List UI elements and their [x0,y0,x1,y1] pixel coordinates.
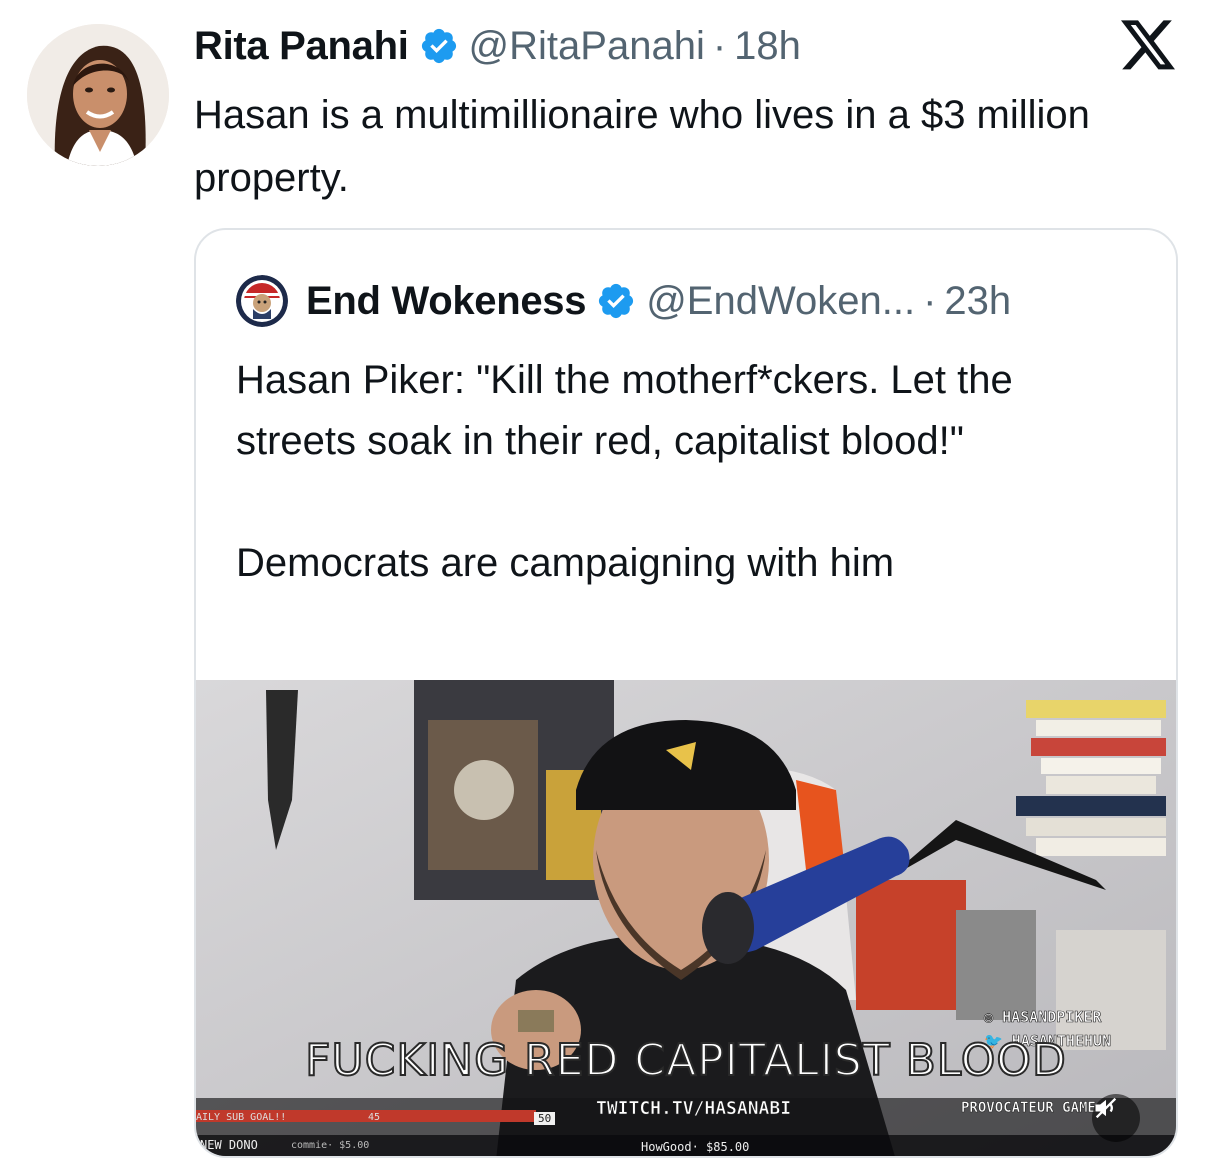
video-frame [196,680,1176,1156]
quoted-tweet-card[interactable]: End Wokeness @EndWoken... · 23h Hasan Pi… [194,228,1178,1158]
video-caption: FUCKING RED CAPITALIST BLOOD [304,1034,1067,1087]
sub-goal-label: AILY SUB GOAL!! [196,1112,287,1123]
quoted-paragraph: Democrats are campaigning with him [236,541,895,585]
mute-button[interactable] [1092,1094,1140,1142]
tweet-header: Rita Panahi @RitaPanahi · 18h [194,20,801,72]
quoted-paragraph: Hasan Piker: "Kill the motherf*ckers. Le… [236,358,1013,463]
separator-dot: · [923,278,937,323]
donation-howgood: HowGood· $85.00 [641,1140,750,1154]
x-logo-icon[interactable] [1121,20,1177,72]
twitch-url-overlay: TWITCH.TV/HASANABI [596,1098,792,1120]
tweet-time[interactable]: 18h [734,20,801,72]
quoted-header: End Wokeness @EndWoken... · 23h [236,275,1011,327]
author-handle[interactable]: @RitaPanahi [469,20,705,72]
quoted-tweet-text: Hasan Piker: "Kill the motherf*ckers. Le… [236,350,1136,594]
video-player[interactable]: ◎ HASANDPIKER 🐦 HASANTHEHUN FUCKING RED … [196,680,1176,1156]
quoted-tweet-time[interactable]: 23h [944,279,1011,324]
sub-goal-progress: 45 [368,1112,381,1123]
sub-goal-target: 50 [534,1112,556,1125]
quoted-author-name[interactable]: End Wokeness [306,279,587,324]
provocateur-overlay: PROVOCATEUR GAME [961,1100,1096,1117]
quoted-author-avatar[interactable] [236,275,288,327]
verified-badge-icon [419,26,459,66]
instagram-handle-overlay: ◎ HASANDPIKER [984,1008,1102,1027]
donation-commie: commie· $5.00 [291,1140,370,1151]
quoted-author-handle[interactable]: @EndWoken... [646,279,915,324]
new-dono-label: NEW DONO [200,1138,258,1152]
verified-badge-icon [596,281,636,321]
author-name[interactable]: Rita Panahi [194,20,409,72]
tweet-text: Hasan is a multimillionaire who lives in… [194,93,1090,200]
separator-dot: · [712,24,727,68]
author-avatar[interactable] [27,24,169,166]
